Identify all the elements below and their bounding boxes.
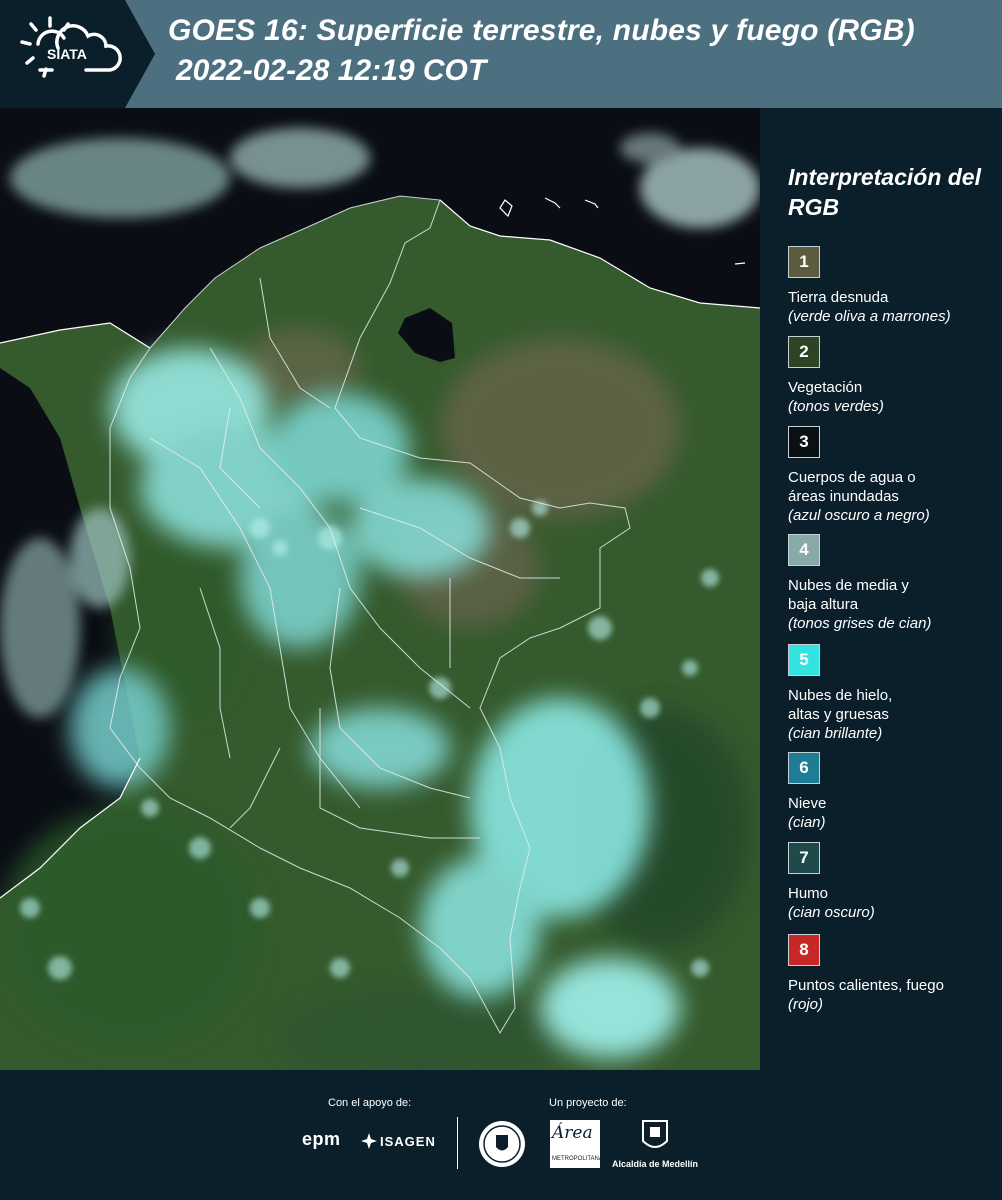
legend-item-8: 8 Puntos calientes, fuego (rojo) — [788, 934, 998, 1014]
legend-label: Cuerpos de agua o áreas inundadas — [788, 469, 916, 505]
legend-swatch: 6 — [788, 752, 820, 784]
legend-number: 3 — [799, 432, 809, 451]
legend-item-4: 4 Nubes de media y baja altura (tonos gr… — [788, 534, 998, 633]
timestamp: 2022-02-28 12:19 COT — [176, 54, 487, 87]
legend-item-2: 2 Vegetación (tonos verdes) — [788, 336, 998, 416]
area-logo-text: Área — [552, 1123, 593, 1143]
legend-label: Humo — [788, 885, 829, 902]
legend-label: Nubes de hielo, altas y gruesas — [788, 687, 893, 723]
legend-number: 5 — [799, 650, 809, 669]
legend-swatch: 5 — [788, 644, 820, 676]
legend-label: Puntos calientes, fuego — [788, 977, 944, 994]
legend-item-1: 1 Tierra desnuda (verde oliva a marrones… — [788, 246, 998, 326]
legend-item-5: 5 Nubes de hielo, altas y gruesas (cian … — [788, 644, 998, 743]
epm-logo: epm — [302, 1129, 341, 1149]
siata-logo-text: SIATA — [47, 46, 87, 62]
alcaldia-shield-icon — [642, 1120, 668, 1148]
legend-swatch: 2 — [788, 336, 820, 368]
legend-sublabel: (tonos grises de cian) — [788, 615, 932, 632]
legend-label: Nieve — [788, 795, 827, 812]
legend-sublabel: (verde oliva a marrones) — [788, 308, 951, 325]
header: SIATA GOES 16: Superficie terrestre, nub… — [0, 0, 1002, 108]
legend-swatch: 3 — [788, 426, 820, 458]
page-title: GOES 16: Superficie terrestre, nubes y f… — [168, 14, 915, 47]
legend-number: 7 — [799, 848, 809, 867]
legend-sublabel: (cian) — [788, 814, 826, 831]
legend-title: Interpretación del RGB — [788, 164, 981, 220]
legend-number: 8 — [799, 940, 809, 959]
footer: Con el apoyo de: Un proyecto de: epm ISA… — [0, 1070, 1002, 1200]
legend-item-7: 7 Humo (cian oscuro) — [788, 842, 998, 922]
legend-number: 2 — [799, 342, 809, 361]
legend-number: 4 — [799, 540, 809, 559]
support-label: Con el apoyo de: — [328, 1097, 412, 1109]
legend-sublabel: (azul oscuro a negro) — [788, 507, 930, 524]
isagen-icon — [361, 1133, 377, 1149]
legend-swatch: 4 — [788, 534, 820, 566]
satellite-map — [0, 108, 760, 1070]
legend-swatch: 8 — [788, 934, 820, 966]
legend-sublabel: (cian oscuro) — [788, 904, 875, 921]
legend-sublabel: (tonos verdes) — [788, 398, 884, 415]
legend-label: Tierra desnuda — [788, 289, 889, 306]
legend-sublabel: (rojo) — [788, 996, 824, 1013]
legend-panel: Interpretación del RGB 1 Tierra desnuda … — [760, 108, 1002, 1070]
legend-item-6: 6 Nieve (cian) — [788, 752, 998, 832]
legend-number: 6 — [799, 758, 809, 777]
isagen-logo: ISAGEN — [380, 1134, 436, 1149]
legend-swatch: 7 — [788, 842, 820, 874]
medellin-seal-icon — [479, 1121, 525, 1167]
legend-label: Nubes de media y baja altura — [788, 577, 909, 613]
legend-swatch: 1 — [788, 246, 820, 278]
alcaldia-logo-text: Alcaldía de Medellín — [612, 1159, 699, 1169]
siata-logo: SIATA — [0, 0, 155, 108]
footer-divider — [457, 1117, 458, 1169]
legend-label: Vegetación — [788, 379, 863, 396]
legend-item-3: 3 Cuerpos de agua o áreas inundadas (azu… — [788, 426, 998, 525]
legend-number: 1 — [799, 252, 809, 271]
project-label: Un proyecto de: — [549, 1097, 627, 1109]
legend-sublabel: (cian brillante) — [788, 725, 883, 742]
